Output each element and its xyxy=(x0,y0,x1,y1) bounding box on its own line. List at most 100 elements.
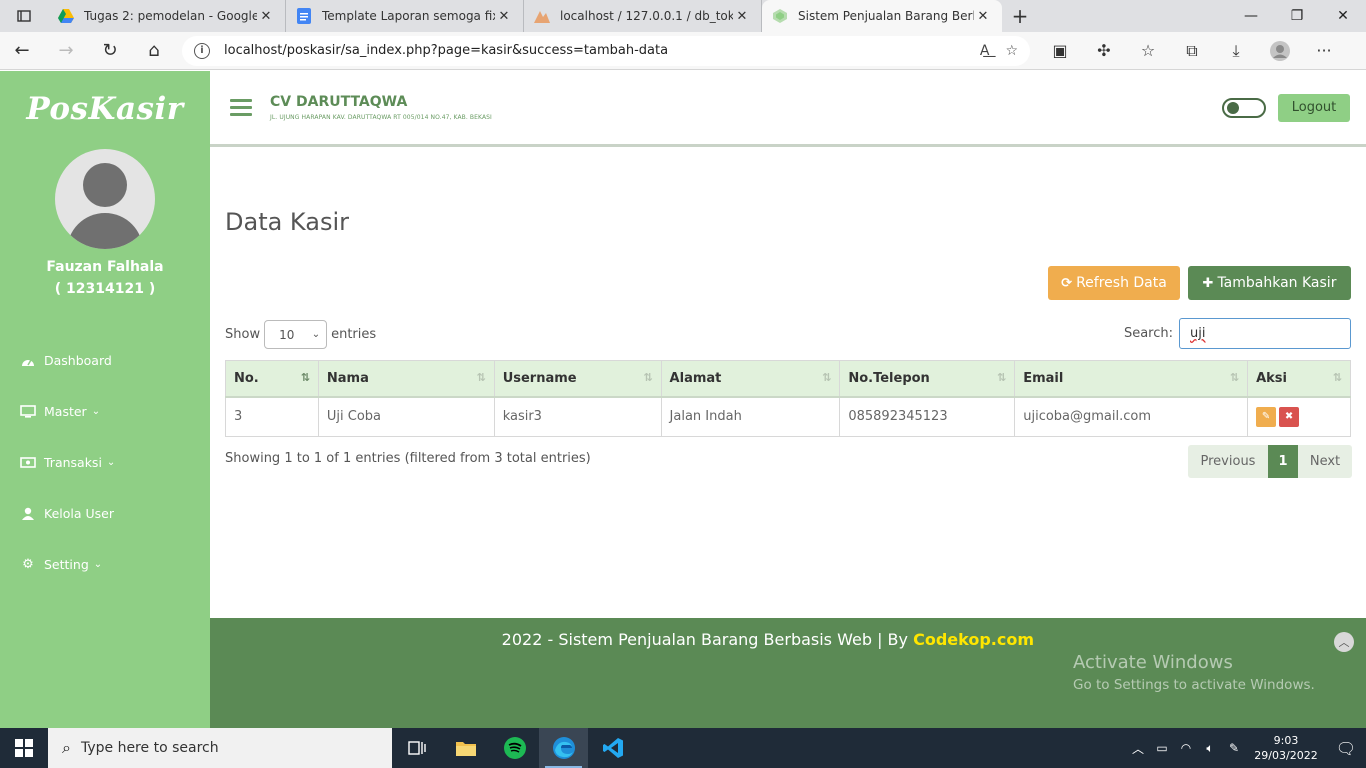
url-text: localhost/poskasir/sa_index.php?page=kas… xyxy=(224,43,669,58)
user-name: Fauzan Falhala xyxy=(46,259,164,275)
extensions-icon[interactable]: ✣ xyxy=(1082,32,1126,70)
chevron-down-icon: ⌄ xyxy=(93,559,103,570)
theme-toggle[interactable] xyxy=(1222,97,1266,118)
phpmyadmin-icon xyxy=(534,8,550,24)
scroll-top-icon[interactable]: ︿ xyxy=(1334,632,1354,652)
browser-tab-3[interactable]: localhost / 127.0.0.1 / db_toko / t ✕ xyxy=(524,0,762,32)
pen-icon[interactable]: ✎ xyxy=(1222,741,1246,755)
brand-logo[interactable]: PosKasir xyxy=(0,91,210,127)
cell-username: kasir3 xyxy=(493,396,662,437)
notification-icon[interactable]: 🗨︎ xyxy=(1326,739,1366,758)
forward-icon[interactable]: → xyxy=(44,32,88,70)
site-favicon-icon xyxy=(772,8,788,24)
browser-tab-2[interactable]: Template Laporan semoga fix - G ✕ xyxy=(286,0,524,32)
delete-button[interactable]: ✖ xyxy=(1279,406,1300,427)
column-header-telepon[interactable]: No.Telepon ⇅ xyxy=(839,360,1016,398)
sidebar-item-kelola-user[interactable]: Kelola User xyxy=(0,488,210,539)
new-tab-button[interactable]: + xyxy=(1002,0,1038,32)
user-icon xyxy=(20,507,36,520)
entries-select[interactable]: 10 ⌄ xyxy=(264,320,328,349)
url-input[interactable]: i localhost/poskasir/sa_index.php?page=k… xyxy=(182,35,1030,66)
tab-actions-button[interactable] xyxy=(0,0,48,32)
plus-icon: ✚ xyxy=(1202,275,1214,291)
column-header-nama[interactable]: Nama ⇅ xyxy=(317,360,495,398)
column-header-username[interactable]: Username ⇅ xyxy=(493,360,662,398)
table-row: 3 Uji Coba kasir3 Jalan Indah 0858923451… xyxy=(225,396,1351,437)
vscode-app[interactable] xyxy=(588,728,637,768)
add-kasir-button[interactable]: ✚ Tambahkan Kasir xyxy=(1188,266,1351,300)
column-header-aksi[interactable]: Aksi ⇅ xyxy=(1247,360,1351,398)
search-input[interactable]: uji xyxy=(1179,318,1351,349)
entries-label: entries xyxy=(331,327,377,342)
close-tab-icon[interactable]: ✕ xyxy=(257,9,275,24)
wifi-icon[interactable]: ◠ xyxy=(1174,741,1198,755)
sort-icon: ⇅ xyxy=(1332,371,1342,384)
chevron-up-icon[interactable]: ︿ xyxy=(1126,740,1150,757)
page-1-button[interactable]: 1 xyxy=(1268,445,1298,478)
back-icon[interactable]: ← xyxy=(0,32,44,70)
column-header-alamat[interactable]: Alamat ⇅ xyxy=(660,360,841,398)
profile-icon[interactable] xyxy=(1258,32,1302,70)
start-button[interactable] xyxy=(0,728,48,768)
sort-icon: ⇅ xyxy=(1229,371,1240,384)
close-tab-icon[interactable]: ✕ xyxy=(733,9,751,24)
table-search: Search: uji xyxy=(1124,318,1351,349)
taskbar-clock[interactable]: 9:03 29/03/2022 xyxy=(1246,733,1326,763)
sidebar-item-dashboard[interactable]: Dashboard xyxy=(0,335,210,386)
file-explorer-app[interactable] xyxy=(441,728,490,768)
restore-icon[interactable]: ❐ xyxy=(1274,0,1320,32)
sidebar-item-master[interactable]: Master ⌄ xyxy=(0,386,210,437)
tab-title: localhost / 127.0.0.1 / db_toko / t xyxy=(560,9,733,23)
watermark-title: Activate Windows xyxy=(1073,652,1233,673)
company-name: CV DARUTTAQWA xyxy=(270,94,408,110)
task-view-icon xyxy=(407,741,426,755)
close-window-icon[interactable]: ✕ xyxy=(1320,0,1366,32)
sidebar-item-transaksi[interactable]: Transaksi ⌄ xyxy=(0,437,210,488)
sidebar-item-label: Dashboard xyxy=(44,353,112,368)
minimize-icon[interactable]: — xyxy=(1228,0,1274,32)
google-docs-icon xyxy=(296,8,312,24)
company-info: CV DARUTTAQWA JL. UJUNG HARAPAN KAV. DAR… xyxy=(270,94,492,121)
close-tab-icon[interactable]: ✕ xyxy=(495,9,513,24)
read-aloud-icon[interactable]: A͟ xyxy=(980,43,990,59)
show-entries: Show 10 ⌄ entries xyxy=(225,320,376,349)
tab-title: Sistem Penjualan Barang Berbasi xyxy=(798,9,974,23)
sidebar-item-label: Transaksi xyxy=(44,455,102,470)
next-page-button[interactable]: Next xyxy=(1298,445,1352,478)
search-label: Search: xyxy=(1123,326,1173,341)
sidebar-item-setting[interactable]: ⚙ Setting ⌄ xyxy=(0,539,210,590)
close-tab-icon[interactable]: ✕ xyxy=(974,9,992,24)
monitor-icon xyxy=(20,405,36,418)
downloads-icon[interactable]: ⤓ xyxy=(1214,32,1258,70)
more-options-icon[interactable]: ··· xyxy=(1302,32,1346,70)
browser-tab-active[interactable]: Sistem Penjualan Barang Berbasi ✕ xyxy=(762,0,1002,32)
volume-icon[interactable]: 🔈︎ xyxy=(1198,741,1222,756)
site-info-icon[interactable]: i xyxy=(194,42,210,59)
browser-address-bar: ← → ↻ ⌂ i localhost/poskasir/sa_index.ph… xyxy=(0,32,1366,70)
reload-icon[interactable]: ↻ xyxy=(88,32,132,70)
spotify-app[interactable] xyxy=(490,728,539,768)
collections-icon[interactable]: ▣ xyxy=(1038,32,1082,70)
refresh-data-button[interactable]: ⟳ Refresh Data xyxy=(1048,266,1180,300)
edit-button[interactable]: ✎ xyxy=(1256,406,1277,427)
browser-tab-1[interactable]: Tugas 2: pemodelan - Google Dr ✕ xyxy=(48,0,286,32)
favorites-icon[interactable]: ☆ xyxy=(1126,32,1170,70)
column-header-email[interactable]: Email ⇅ xyxy=(1014,360,1249,398)
battery-icon[interactable]: ▭ xyxy=(1150,741,1174,755)
home-icon[interactable]: ⌂ xyxy=(132,32,176,70)
pagination: Previous 1 Next xyxy=(1188,445,1352,478)
hamburger-menu-icon[interactable] xyxy=(230,99,252,116)
edge-browser-app[interactable] xyxy=(539,728,588,768)
cell-telepon: 085892345123 xyxy=(839,396,1016,437)
footer-link[interactable]: Codekop.com xyxy=(913,630,1034,649)
previous-page-button[interactable]: Previous xyxy=(1188,445,1268,478)
logout-button[interactable]: Logout xyxy=(1278,93,1350,122)
column-header-no[interactable]: No. ⇅ xyxy=(225,360,319,398)
footer: 2022 - Sistem Penjualan Barang Berbasis … xyxy=(210,618,1366,728)
cell-alamat: Jalan Indah xyxy=(660,396,841,437)
tab-collections-icon[interactable]: ⧉ xyxy=(1170,32,1214,70)
add-favorite-icon[interactable]: ☆ xyxy=(1005,43,1018,59)
task-view-button[interactable] xyxy=(392,728,441,768)
windows-logo-icon xyxy=(15,739,33,757)
taskbar-search[interactable]: ⌕ Type here to search xyxy=(48,728,392,768)
